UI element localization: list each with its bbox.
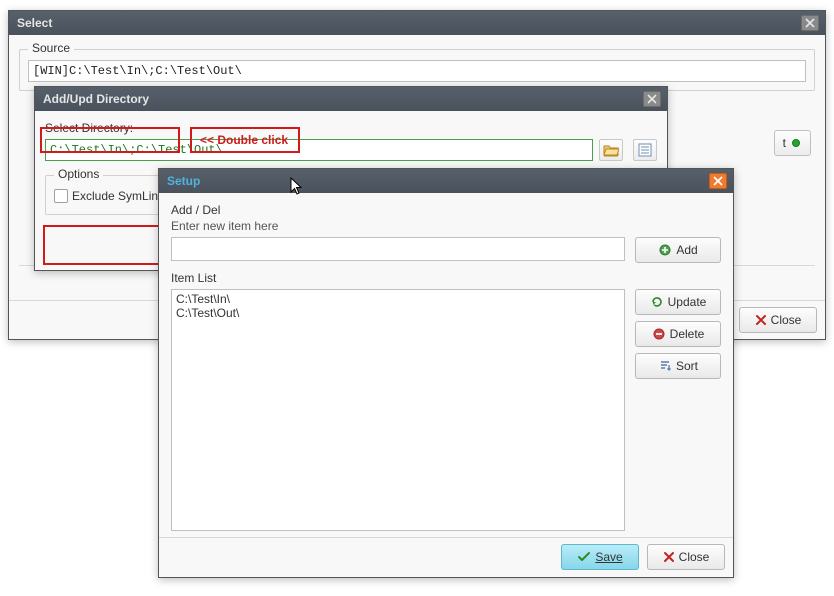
- close-icon[interactable]: [801, 15, 819, 31]
- delete-button-label: Delete: [670, 327, 705, 341]
- close-button[interactable]: Close: [647, 544, 725, 570]
- setup-title: Setup: [167, 174, 709, 188]
- select-directory-input[interactable]: [45, 139, 593, 161]
- annotation-text: << Double click: [200, 133, 288, 147]
- addupd-title: Add/Upd Directory: [43, 92, 643, 106]
- delete-button[interactable]: Delete: [635, 321, 721, 347]
- close-icon[interactable]: [643, 91, 661, 107]
- close-button-label: Close: [679, 550, 710, 564]
- add-del-legend: Add / Del: [171, 203, 625, 217]
- source-input[interactable]: [28, 60, 806, 82]
- close-button[interactable]: Close: [739, 307, 817, 333]
- select-title: Select: [17, 16, 801, 30]
- exclude-symlink-label: Exclude SymLink: [72, 189, 164, 203]
- setup-window: Setup Add / Del Enter new item here: [158, 168, 734, 578]
- refresh-icon: [650, 295, 664, 309]
- close-icon[interactable]: [709, 173, 727, 189]
- checkbox-icon[interactable]: [54, 189, 68, 203]
- delete-icon: [652, 327, 666, 341]
- setup-titlebar[interactable]: Setup: [159, 169, 733, 193]
- new-item-input[interactable]: [171, 237, 625, 261]
- list-icon: [638, 143, 652, 157]
- browse-folder-button[interactable]: [599, 139, 623, 161]
- close-red-icon: [755, 314, 767, 326]
- sort-button[interactable]: Sort: [635, 353, 721, 379]
- folder-open-icon: [603, 143, 619, 157]
- select-directory-label: Select Directory:: [45, 121, 657, 135]
- close-red-icon: [663, 551, 675, 563]
- item-list[interactable]: C:\Test\In\C:\Test\Out\: [171, 289, 625, 531]
- background-button-label: t: [783, 136, 786, 150]
- save-button-label: Save: [595, 550, 622, 564]
- update-button[interactable]: Update: [635, 289, 721, 315]
- save-button[interactable]: Save: [561, 544, 639, 570]
- background-button[interactable]: t: [774, 130, 811, 156]
- addupd-titlebar[interactable]: Add/Upd Directory: [35, 87, 667, 111]
- select-titlebar[interactable]: Select: [9, 11, 825, 35]
- item-list-legend: Item List: [171, 271, 625, 285]
- list-item[interactable]: C:\Test\Out\: [176, 306, 620, 320]
- source-legend: Source: [28, 41, 74, 55]
- add-icon: [658, 243, 672, 257]
- close-button-label: Close: [771, 313, 802, 327]
- sort-button-label: Sort: [676, 359, 698, 373]
- update-button-label: Update: [668, 295, 707, 309]
- sort-icon: [658, 359, 672, 373]
- add-button[interactable]: Add: [635, 237, 721, 263]
- setup-footer: Save Close: [159, 537, 733, 576]
- check-icon: [577, 550, 591, 564]
- new-item-label: Enter new item here: [171, 219, 625, 233]
- add-button-label: Add: [676, 243, 697, 257]
- source-fieldset: Source: [19, 49, 815, 91]
- list-item[interactable]: C:\Test\In\: [176, 292, 620, 306]
- play-dot-icon: [792, 139, 800, 147]
- options-legend: Options: [54, 167, 103, 181]
- list-editor-button[interactable]: [633, 139, 657, 161]
